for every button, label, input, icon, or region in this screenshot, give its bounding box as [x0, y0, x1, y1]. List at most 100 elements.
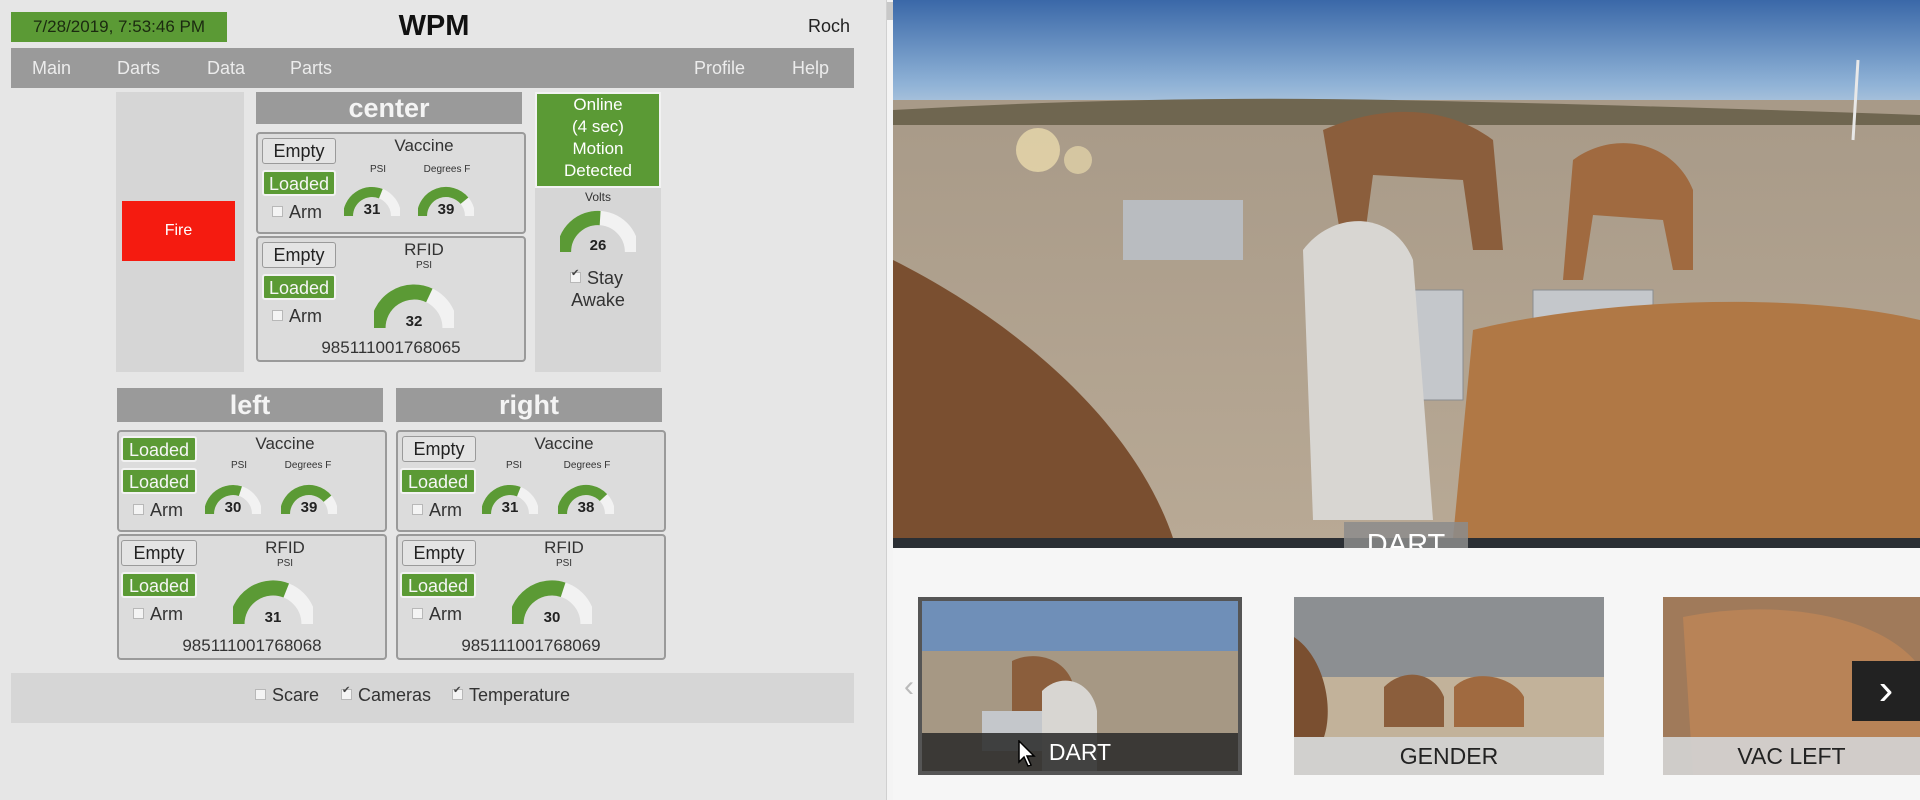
nav-parts[interactable]: Parts — [290, 48, 332, 88]
center-rfid-top-button[interactable]: Empty — [262, 242, 336, 268]
left-vaccine-loaded-button[interactable]: Loaded — [121, 468, 197, 494]
right-rfid-title: RFID — [544, 538, 584, 557]
center-rfid-psi-gauge: 32 — [374, 284, 454, 330]
left-rfid-arm[interactable]: Arm — [133, 604, 183, 625]
left-vaccine-temp-gauge: 39 — [281, 478, 337, 516]
right-rfid-top-button[interactable]: Empty — [402, 540, 476, 566]
left-vaccine-arm[interactable]: Arm — [133, 500, 183, 521]
center-vaccine-arm[interactable]: Arm — [272, 202, 322, 223]
left-rfid-title: RFID — [265, 538, 305, 557]
temperature-checkbox[interactable] — [452, 685, 463, 700]
stay-awake-checkbox[interactable] — [570, 268, 581, 283]
arm-label: Arm — [429, 604, 462, 624]
center-vaccine-top-button[interactable]: Empty — [262, 138, 336, 164]
gauge-value: 38 — [577, 499, 595, 516]
status-line: Motion — [572, 139, 624, 158]
volts-label: Volts — [584, 190, 611, 204]
right-rfid-tag: 985111001768069 — [461, 636, 601, 655]
chevron-right-icon[interactable]: › — [1852, 661, 1920, 721]
left-rfid-panel: Empty Loaded Arm RFID PSI 31 98511100176… — [117, 534, 387, 660]
thumbnail-caption: GENDER — [1294, 737, 1604, 775]
center-vaccine-panel: Empty Loaded Arm Vaccine PSI Degrees F 3… — [256, 132, 526, 234]
right-vaccine-panel: Empty Loaded Arm Vaccine PSI Degrees F 3… — [396, 430, 666, 532]
psi-label: PSI — [505, 460, 523, 471]
nav-darts[interactable]: Darts — [117, 48, 160, 88]
right-vaccine-loaded-button[interactable]: Loaded — [400, 468, 476, 494]
app-title: WPM — [398, 10, 470, 42]
mouse-cursor-icon — [1018, 740, 1036, 767]
nav-bar: Main Darts Data Parts Profile Help — [11, 48, 854, 88]
stay-awake-toggle[interactable]: Stay — [570, 268, 623, 289]
datetime-display: 7/28/2019, 7:53:46 PM — [11, 12, 227, 42]
cameras-checkbox[interactable] — [341, 685, 352, 700]
control-panel: 7/28/2019, 7:53:46 PM WPM Roch Main Dart… — [0, 0, 886, 800]
gauge-value: 30 — [543, 609, 561, 626]
nav-help[interactable]: Help — [792, 48, 829, 88]
cameras-label: Cameras — [358, 685, 432, 705]
thumbnail-dart[interactable]: DART — [918, 597, 1242, 775]
stay-awake-label-2: Awake — [571, 290, 625, 310]
fire-button[interactable]: Fire — [122, 201, 235, 261]
center-header: center — [256, 92, 522, 124]
center-vaccine-title: Vaccine — [394, 136, 454, 155]
right-vaccine-top-button[interactable]: Empty — [402, 436, 476, 462]
right-vaccine-arm[interactable]: Arm — [412, 500, 462, 521]
gauge-value: 31 — [501, 499, 519, 516]
thumbnail-gender[interactable]: GENDER — [1294, 597, 1604, 775]
left-rfid-tag: 985111001768068 — [182, 636, 322, 655]
gauge-value: 31 — [363, 201, 381, 218]
center-rfid-tag: 985111001768065 — [321, 338, 461, 357]
right-header: right — [396, 388, 662, 422]
psi-label: PSI — [276, 558, 294, 569]
nav-main[interactable]: Main — [32, 48, 71, 88]
nav-profile[interactable]: Profile — [694, 48, 745, 88]
psi-label: PSI — [369, 164, 387, 175]
options-bar: Scare Cameras Temperature — [11, 673, 854, 723]
center-rfid-loaded-button[interactable]: Loaded — [262, 274, 336, 300]
temperature-label: Temperature — [469, 685, 571, 705]
arm-checkbox[interactable] — [133, 503, 144, 515]
user-name[interactable]: Roch — [780, 16, 850, 37]
scare-toggle[interactable]: Scare — [255, 685, 319, 706]
center-vaccine-loaded-button[interactable]: Loaded — [262, 170, 336, 196]
temperature-toggle[interactable]: Temperature — [452, 685, 570, 706]
status-line: Online — [573, 95, 623, 114]
center-rfid-arm[interactable]: Arm — [272, 306, 322, 327]
thumbnail-caption: DART — [922, 733, 1238, 771]
left-vaccine-top-button[interactable]: Loaded — [121, 436, 197, 462]
right-vaccine-temp-gauge: 38 — [558, 478, 614, 516]
right-vaccine-title: Vaccine — [534, 434, 594, 453]
cameras-toggle[interactable]: Cameras — [341, 685, 431, 706]
psi-label: PSI — [230, 460, 248, 471]
left-rfid-psi-gauge: 31 — [233, 580, 313, 626]
degrees-label: Degrees F — [423, 164, 471, 175]
degrees-label: Degrees F — [284, 460, 332, 471]
arm-checkbox[interactable] — [272, 309, 283, 321]
gauge-value: 39 — [300, 499, 318, 516]
scare-checkbox[interactable] — [255, 688, 266, 700]
left-header: left — [117, 388, 383, 422]
right-rfid-loaded-button[interactable]: Loaded — [400, 572, 476, 598]
left-rfid-top-button[interactable]: Empty — [121, 540, 197, 566]
nav-data[interactable]: Data — [207, 48, 245, 88]
gauge-value: 31 — [264, 609, 282, 626]
arm-label: Arm — [289, 202, 322, 222]
camera-frame-image — [893, 0, 1920, 538]
gauge-value: 26 — [589, 237, 607, 254]
status-line: Detected — [563, 161, 633, 180]
left-rfid-loaded-button[interactable]: Loaded — [121, 572, 197, 598]
gauge-value: 39 — [437, 201, 455, 218]
degrees-label: Degrees F — [563, 460, 611, 471]
right-rfid-arm[interactable]: Arm — [412, 604, 462, 625]
right-rfid-psi-gauge: 30 — [512, 580, 592, 626]
psi-label: PSI — [415, 260, 433, 271]
connection-status: Online (4 sec) Motion Detected — [535, 92, 661, 188]
arm-checkbox[interactable] — [412, 503, 423, 515]
arm-checkbox[interactable] — [133, 607, 144, 619]
left-vaccine-panel: Loaded Loaded Arm Vaccine PSI Degrees F … — [117, 430, 387, 532]
arm-checkbox[interactable] — [412, 607, 423, 619]
arm-label: Arm — [150, 500, 183, 520]
arm-checkbox[interactable] — [272, 205, 283, 217]
scare-label: Scare — [272, 685, 320, 705]
volts-gauge: 26 — [560, 210, 636, 254]
